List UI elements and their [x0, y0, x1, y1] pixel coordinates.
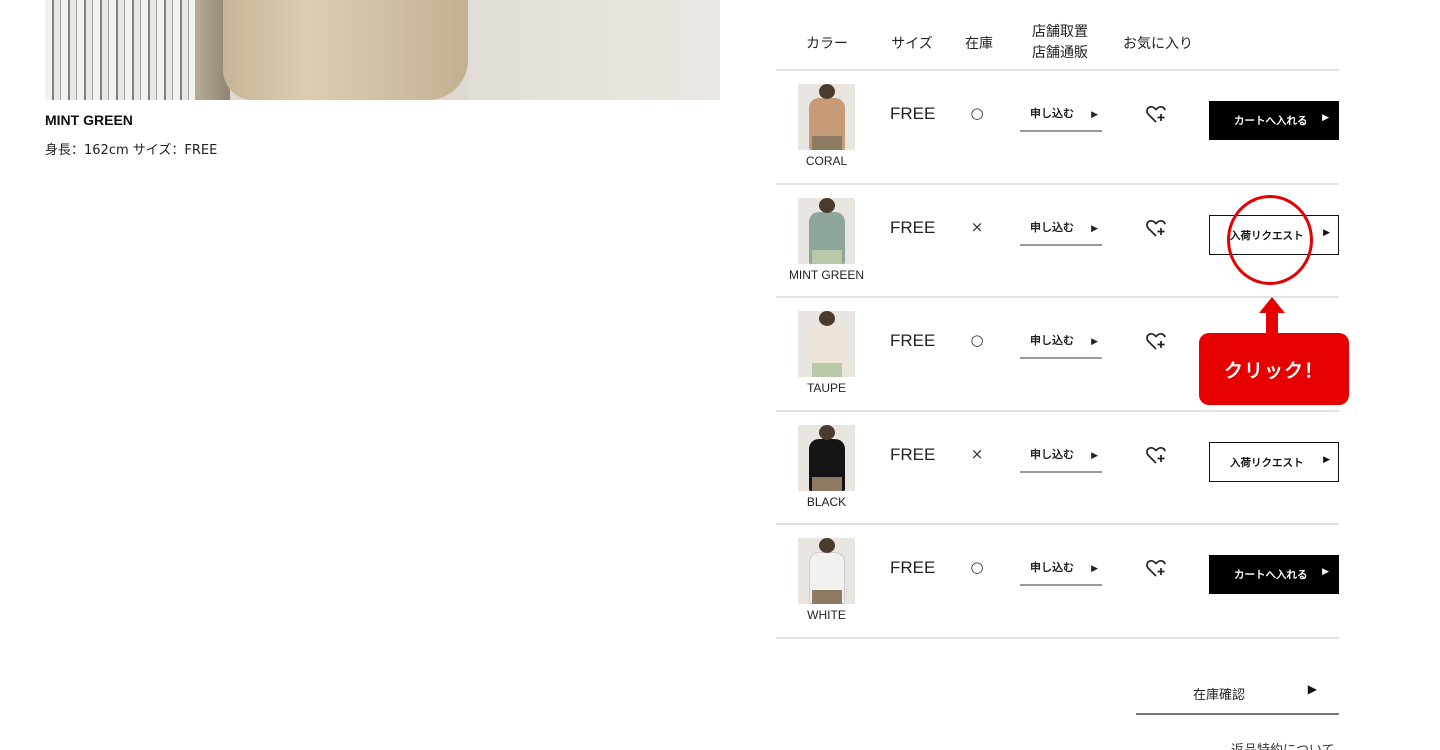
product-thumbnail[interactable] [798, 84, 855, 150]
favorite-heart-icon[interactable] [1144, 216, 1168, 240]
stock-status: × [970, 218, 984, 236]
size-value: FREE [890, 445, 936, 464]
stock-status: ○ [970, 331, 984, 349]
triangle-right-icon: ▶ [1307, 682, 1317, 696]
table-row: CORAL FREE ○ 申し込む ▶ カートへ入れる ▶ [776, 70, 1339, 184]
add-to-cart-button[interactable]: カートへ入れる ▶ [1209, 101, 1339, 140]
stock-status: ○ [970, 558, 984, 576]
size-value: FREE [890, 331, 936, 350]
size-value: FREE [890, 558, 936, 577]
header-store-line2: 店舗通販 [1032, 45, 1088, 61]
table-row: MINT GREEN FREE × 申し込む ▶ 入荷リクエスト ▶ [776, 184, 1339, 298]
product-thumbnail[interactable] [798, 198, 855, 264]
header-store-line1: 店舗取置 [1032, 24, 1088, 40]
product-thumbnail[interactable] [798, 425, 855, 491]
favorite-heart-icon[interactable] [1144, 443, 1168, 467]
triangle-right-icon: ▶ [1091, 564, 1098, 574]
color-name: CORAL [805, 154, 848, 168]
size-value: FREE [890, 218, 936, 237]
triangle-right-icon: ▶ [1323, 228, 1330, 238]
color-name: WHITE [807, 608, 846, 622]
apply-label: 申し込む [1030, 561, 1074, 574]
arrow-up-icon [1259, 297, 1285, 313]
restock-request-button[interactable]: 入荷リクエスト ▶ [1209, 442, 1339, 482]
color-name: MINT GREEN [788, 268, 865, 282]
favorite-heart-icon[interactable] [1144, 102, 1168, 126]
triangle-right-icon: ▶ [1323, 455, 1330, 465]
request-label: 入荷リクエスト [1230, 456, 1304, 469]
table-row: WHITE FREE ○ 申し込む ▶ カートへ入れる ▶ [776, 524, 1339, 638]
apply-label: 申し込む [1030, 221, 1074, 234]
header-favorite: お気に入り [1123, 35, 1193, 52]
product-thumbnail[interactable] [798, 311, 855, 377]
click-callout: クリック！ [1199, 333, 1349, 405]
cart-label: カートへ入れる [1234, 569, 1308, 581]
table-row: BLACK FREE × 申し込む ▶ 入荷リクエスト ▶ [776, 411, 1339, 525]
add-to-cart-button[interactable]: カートへ入れる ▶ [1209, 555, 1339, 594]
apply-label: 申し込む [1030, 448, 1074, 461]
header-store: 店舗取置 店舗通販 [1018, 9, 1102, 77]
size-value: FREE [890, 104, 936, 123]
restock-request-button[interactable]: 入荷リクエスト ▶ [1209, 215, 1339, 255]
wall-background [468, 0, 720, 100]
triangle-right-icon: ▶ [1322, 567, 1329, 577]
stock-status: × [970, 445, 984, 463]
apply-label: 申し込む [1030, 107, 1074, 120]
triangle-right-icon: ▶ [1091, 451, 1098, 461]
product-photo [45, 0, 720, 100]
stock-check-button[interactable]: 在庫確認 ▶ [1136, 677, 1339, 715]
photo-color-caption: MINT GREEN [45, 112, 133, 128]
apply-label: 申し込む [1030, 334, 1074, 347]
returns-policy-link[interactable]: 返品特約について [1231, 739, 1335, 750]
favorite-heart-icon[interactable] [1144, 329, 1168, 353]
store-apply-link[interactable]: 申し込む ▶ [1020, 560, 1102, 586]
color-name: TAUPE [806, 381, 847, 395]
favorite-heart-icon[interactable] [1144, 556, 1168, 580]
store-apply-link[interactable]: 申し込む ▶ [1020, 220, 1102, 246]
arrow-shaft [1266, 312, 1278, 334]
beige-pants-image [223, 0, 468, 100]
triangle-right-icon: ▶ [1091, 110, 1098, 120]
header-size: サイズ [891, 35, 933, 52]
header-stock: 在庫 [965, 35, 993, 52]
product-thumbnail[interactable] [798, 538, 855, 604]
striped-shirt-image [45, 0, 195, 100]
model-info: 身長：162cm サイズ：FREE [45, 143, 218, 158]
triangle-right-icon: ▶ [1091, 224, 1098, 234]
store-apply-link[interactable]: 申し込む ▶ [1020, 333, 1102, 359]
stock-status: ○ [970, 104, 984, 122]
triangle-right-icon: ▶ [1091, 337, 1098, 347]
store-apply-link[interactable]: 申し込む ▶ [1020, 106, 1102, 132]
request-label: 入荷リクエスト [1230, 229, 1304, 242]
header-color: カラー [806, 35, 848, 52]
store-apply-link[interactable]: 申し込む ▶ [1020, 447, 1102, 473]
color-name: BLACK [806, 495, 847, 509]
cart-label: カートへ入れる [1234, 115, 1308, 127]
stock-check-label: 在庫確認 [1193, 688, 1246, 703]
triangle-right-icon: ▶ [1322, 113, 1329, 123]
